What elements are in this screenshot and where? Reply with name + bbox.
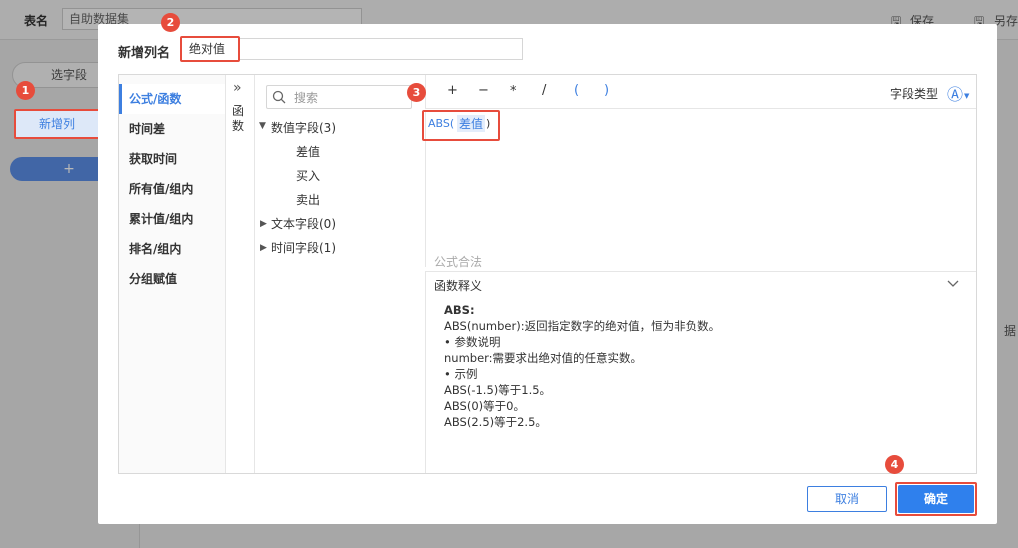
annotation-badge-2: 2 [161,13,180,32]
multiply-operator[interactable]: * [510,84,517,99]
explain-line: ABS(2.5)等于2.5。 [444,415,547,429]
field-type-icon[interactable]: Ⓐ [947,81,963,105]
category-get-time[interactable]: 获取时间 [119,144,225,174]
annotation-badge-4: 4 [885,455,904,474]
tree-group-numeric[interactable]: 数值字段(3) [271,116,336,140]
category-all-values[interactable]: 所有值/组内 [119,174,225,204]
search-input[interactable]: 搜索 [294,89,318,106]
new-column-item[interactable]: 新增列 [14,109,100,139]
explain-line: ABS(number):返回指定数字的绝对值，恒为非负数。 [444,319,721,333]
formula-field-token[interactable]: 差值 [457,115,486,132]
expand-icon[interactable]: » [233,80,242,96]
category-group-assign[interactable]: 分组赋值 [119,264,225,294]
formula-editor[interactable] [425,110,976,267]
annotation-badge-1: 1 [16,81,35,100]
tree-group-text[interactable]: 文本字段(0) [271,212,336,236]
minus-operator[interactable]: − [478,83,489,98]
field-type-label: 字段类型 [890,87,939,101]
chevron-down-icon[interactable]: ▼ [964,92,969,100]
explain-line: ABS(-1.5)等于1.5。 [444,383,552,397]
search-icon [272,90,286,104]
tree-item-diff[interactable]: 差值 [296,140,320,164]
collapse-arrow-icon[interactable]: ▶ [260,243,267,253]
right-paren-operator[interactable]: ) [604,83,609,98]
function-tab[interactable]: 函数 [232,104,246,134]
collapse-arrow-icon[interactable]: ▶ [260,219,267,229]
ok-button[interactable]: 确定 [898,485,974,513]
category-formula[interactable]: 公式/函数 [119,84,225,114]
expand-arrow-icon[interactable]: ▼ [259,121,266,131]
column-name-label: 新增列名 [118,46,171,61]
explain-line: • 参数说明 [444,335,501,349]
formula-status: 公式合法 [434,255,483,269]
explanation-body: ABS: ABS(number):返回指定数字的绝对值，恒为非负数。 • 参数说… [444,302,720,430]
category-time-diff[interactable]: 时间差 [119,114,225,144]
tree-group-time[interactable]: 时间字段(1) [271,236,336,260]
annotation-badge-3: 3 [407,83,426,102]
column-name-input[interactable]: 绝对值 [180,36,240,62]
explain-line: number:需要求出绝对值的任意实数。 [444,351,643,365]
tree-item-sell[interactable]: 卖出 [296,188,320,212]
chevron-down-icon[interactable] [947,280,959,288]
plus-operator[interactable]: + [447,83,458,98]
search-box [266,85,412,109]
formula-function: ABS( [428,117,455,130]
divide-operator[interactable]: / [542,83,546,98]
explain-heading: ABS: [444,303,475,317]
explain-line: ABS(0)等于0。 [444,399,525,413]
formula-close-paren: ) [486,117,491,130]
category-rank[interactable]: 排名/组内 [119,234,225,264]
explain-line: • 示例 [444,367,478,381]
explanation-title: 函数释义 [434,279,483,293]
cancel-button[interactable]: 取消 [807,486,887,512]
left-paren-operator[interactable]: ( [574,83,579,98]
function-tab-column [225,75,255,473]
category-cumulative[interactable]: 累计值/组内 [119,204,225,234]
tree-item-buy[interactable]: 买入 [296,164,320,188]
